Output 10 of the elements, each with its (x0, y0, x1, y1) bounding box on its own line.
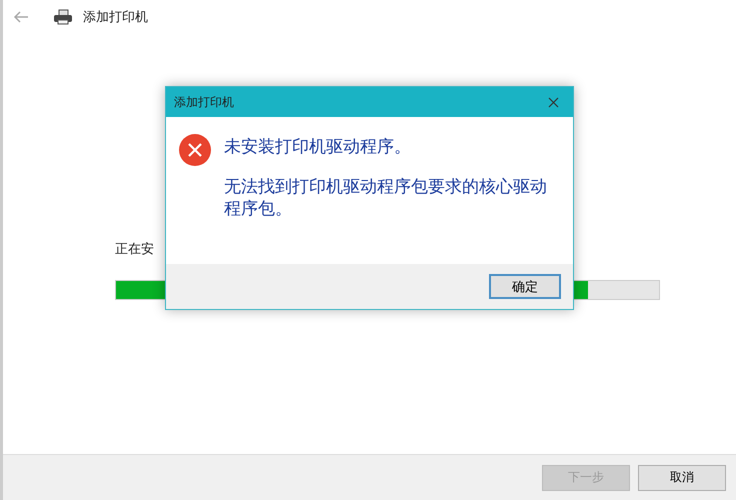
printer-icon (53, 9, 73, 25)
dialog-heading: 未安装打印机驱动程序。 (224, 136, 412, 158)
status-text: 正在安 (115, 241, 154, 258)
footer-button[interactable]: 取消 (638, 464, 726, 490)
window-title: 添加打印机 (83, 9, 148, 26)
close-icon[interactable] (548, 96, 559, 108)
dialog-title: 添加打印机 (174, 94, 234, 110)
dialog-message: 无法找到打印机驱动程序包要求的核心驱动程序包。 (224, 176, 548, 220)
error-icon (178, 133, 212, 167)
ok-button[interactable]: 确定 (489, 274, 561, 299)
